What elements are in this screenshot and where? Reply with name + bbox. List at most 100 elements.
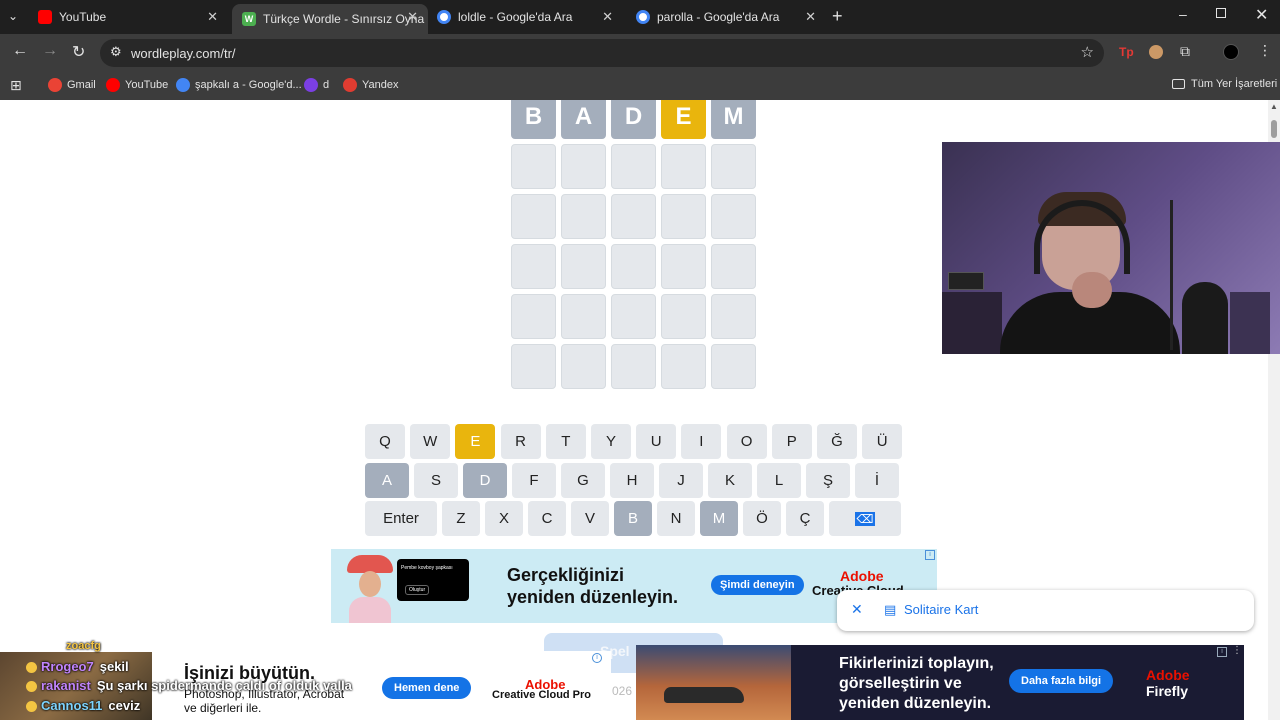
keyboard-key[interactable]: V [571, 501, 609, 536]
forward-icon[interactable]: → [42, 42, 58, 60]
bookmark-item[interactable]: Yandex [343, 78, 399, 92]
keyboard-key[interactable]: I [681, 424, 722, 459]
ad-br-menu-icon[interactable]: ⋮ [1232, 645, 1242, 656]
extension-round-icon[interactable] [1149, 45, 1163, 59]
tab-bar: ⌄ YouTube ✕ W Türkçe Wordle - Sınırsız Oyna… [0, 0, 1280, 34]
ad-br-desert-image [636, 645, 791, 720]
ad-brand: Adobe [840, 568, 884, 584]
keyboard-key[interactable]: A [365, 463, 409, 498]
browser-tab[interactable]: parolla - Google'da Ara ✕ [626, 4, 826, 30]
ad-bl-info-icon[interactable]: i [592, 653, 602, 663]
keyboard-key[interactable]: Y [591, 424, 631, 459]
url-text[interactable]: wordleplay.com/tr/ [131, 46, 236, 61]
bookmark-item[interactable]: d [304, 78, 329, 92]
google-icon [437, 10, 451, 24]
bookmark-label: Gmail [67, 79, 96, 91]
keyboard-key[interactable]: T [545, 424, 586, 459]
popup-label[interactable]: Solitaire Kart [904, 602, 978, 617]
ad-banner-bottom-right[interactable]: Fikirlerinizi toplayın, görselleştirin v… [636, 645, 1244, 720]
reload-icon[interactable]: ↻ [72, 42, 85, 62]
keyboard-key[interactable]: Ğ [817, 424, 857, 459]
popup-list-icon: ▤ [884, 602, 897, 617]
popup-close-icon[interactable]: ✕ [851, 601, 863, 618]
ad-br-info-icon[interactable]: i [1217, 647, 1227, 657]
keyboard-key[interactable]: O [726, 424, 767, 459]
webcam-staff [1170, 200, 1173, 350]
close-window-button[interactable]: ✕ [1255, 5, 1268, 25]
apps-grid-icon[interactable]: ⊞ [10, 77, 22, 94]
keyboard-key[interactable]: G [561, 463, 605, 498]
ad-bl-product: Creative Cloud Pro [492, 689, 592, 701]
keyboard-key[interactable]: B [614, 501, 652, 536]
scroll-thumb[interactable] [1271, 120, 1277, 138]
ad-br-cta[interactable]: Daha fazla bilgi [1009, 669, 1114, 693]
keyboard-key[interactable]: Q [365, 424, 405, 459]
extension-tp-icon[interactable]: Tp [1119, 45, 1134, 59]
ad-bl-cta[interactable]: Hemen dene [382, 677, 472, 699]
board-tile: D [611, 100, 656, 139]
keyboard-key[interactable]: Ö [743, 501, 781, 536]
ad-info-icon[interactable]: i [925, 550, 935, 560]
minimize-button[interactable]: – [1179, 6, 1187, 22]
tab-close-icon[interactable]: ✕ [407, 9, 418, 25]
profile-avatar[interactable] [1223, 44, 1239, 60]
ad-cta-button[interactable]: Şimdi deneyin [711, 575, 804, 595]
keyboard-key[interactable]: M [700, 501, 738, 536]
ad-br-brand: Adobe [1146, 667, 1190, 683]
bookmark-favicon-icon [106, 78, 120, 92]
browser-tab[interactable]: YouTube ✕ [28, 4, 228, 30]
suggestion-popup[interactable]: ✕ ▤ Solitaire Kart [837, 590, 1254, 631]
board-tile [511, 294, 556, 339]
bookmark-favicon-icon [48, 78, 62, 92]
board-tile [611, 194, 656, 239]
keyboard-key[interactable]: Z [442, 501, 480, 536]
keyboard-key[interactable]: K [708, 463, 752, 498]
keyboard-key[interactable]: C [528, 501, 566, 536]
webcam-lamp [1230, 292, 1270, 354]
chat-badge-icon [26, 662, 37, 674]
extensions-icon[interactable]: ⧉ [1180, 43, 1190, 60]
keyboard-key[interactable]: Ü [862, 424, 903, 459]
board-tile [661, 144, 706, 189]
keyboard-key[interactable]: İ [855, 463, 899, 498]
browser-tab[interactable]: loldle - Google'da Ara ✕ [427, 4, 623, 30]
keyboard-key[interactable]: Ş [806, 463, 850, 498]
address-bar[interactable]: ⚙ wordleplay.com/tr/ ☆ [100, 39, 1104, 67]
bookmark-item[interactable]: şapkalı a - Google'd... [176, 78, 302, 92]
browser-tab[interactable]: W Türkçe Wordle - Sınırsız Oyna ✕ [232, 4, 428, 34]
tab-close-icon[interactable]: ✕ [602, 9, 613, 25]
webcam-shelf [942, 292, 1002, 354]
keyboard-key[interactable]: E [455, 424, 496, 459]
all-bookmarks-button[interactable]: Tüm Yer İşaretleri [1172, 78, 1277, 90]
backspace-key[interactable]: ⌫ [829, 501, 901, 536]
keyboard-key[interactable]: F [512, 463, 556, 498]
keyboard-key[interactable]: W [410, 424, 451, 459]
keyboard-key[interactable]: X [485, 501, 523, 536]
bookmark-star-icon[interactable]: ☆ [1081, 43, 1094, 61]
tab-close-icon[interactable]: ✕ [207, 9, 218, 25]
restore-button[interactable] [1216, 8, 1226, 18]
keyboard-key[interactable]: S [414, 463, 458, 498]
keyboard-key[interactable]: D [463, 463, 507, 498]
bookmark-item[interactable]: YouTube [106, 78, 168, 92]
site-info-icon[interactable]: ⚙ [110, 44, 122, 60]
bookmark-label: şapkalı a - Google'd... [195, 79, 302, 91]
tab-search-button[interactable]: ⌄ [8, 9, 18, 23]
keyboard-key[interactable]: P [771, 424, 812, 459]
tab-close-icon[interactable]: ✕ [805, 9, 816, 25]
scroll-up-icon[interactable]: ▲ [1270, 102, 1278, 111]
keyboard-key[interactable]: H [610, 463, 654, 498]
keyboard-key[interactable]: N [657, 501, 695, 536]
new-tab-button[interactable]: + [832, 6, 843, 27]
footer-year-partial: 026 [612, 684, 633, 698]
keyboard-key[interactable]: J [659, 463, 703, 498]
enter-key[interactable]: Enter [365, 501, 437, 536]
keyboard-key[interactable]: L [757, 463, 801, 498]
back-icon[interactable]: ← [12, 42, 28, 60]
keyboard-key[interactable]: Ç [786, 501, 824, 536]
board-tile [661, 344, 706, 389]
keyboard-key[interactable]: R [500, 424, 541, 459]
keyboard-key[interactable]: U [636, 424, 677, 459]
menu-icon[interactable]: ⋮ [1258, 42, 1272, 59]
bookmark-item[interactable]: Gmail [48, 78, 96, 92]
